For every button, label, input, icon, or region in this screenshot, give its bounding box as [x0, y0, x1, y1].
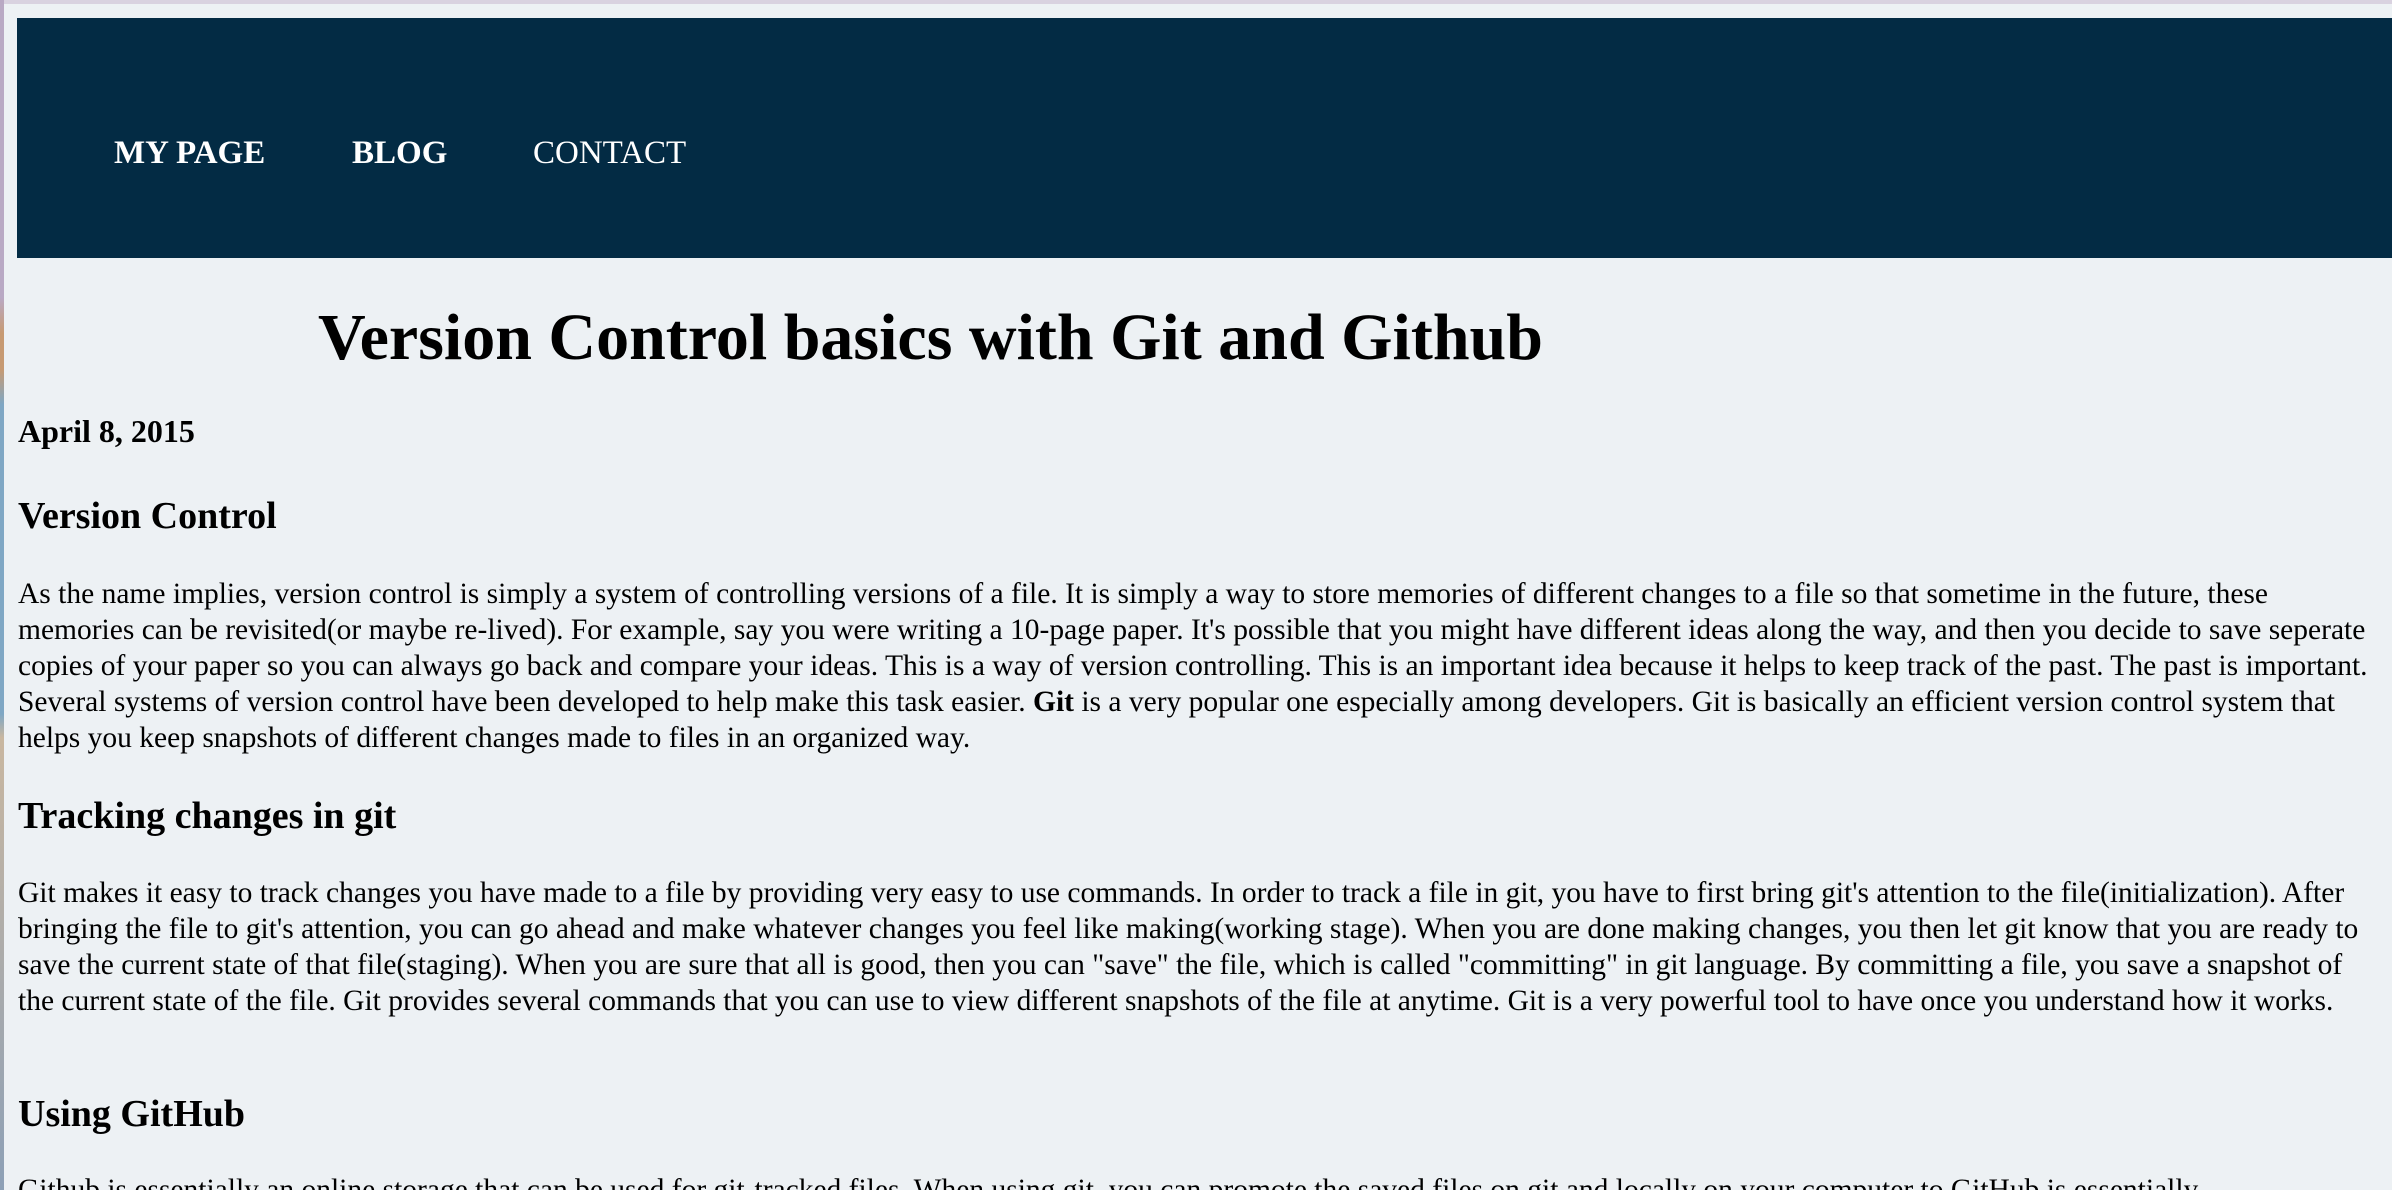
section-paragraph-version-control: As the name implies, version control is … — [18, 576, 2378, 756]
section-paragraph-tracking-changes: Git makes it easy to track changes you h… — [18, 877, 2359, 1017]
section-paragraph-using-github: Github is essentially an online storage … — [18, 1174, 2199, 1190]
paragraph-bold-text: Git — [1033, 686, 1074, 718]
nav-link-my-page[interactable]: MY PAGE — [114, 134, 265, 172]
post-date: April 8, 2015 — [18, 413, 195, 449]
section-heading-using-github: Using GitHub — [18, 1093, 246, 1135]
nav-link-contact[interactable]: CONTACT — [533, 134, 686, 172]
nav-link-blog[interactable]: BLOG — [352, 134, 447, 172]
page-title: Version Control basics with Git and Gith… — [318, 301, 1543, 374]
section-heading-version-control: Version Control — [18, 495, 277, 537]
section-heading-tracking-changes: Tracking changes in git — [18, 795, 397, 837]
top-navbar: MY PAGE BLOG CONTACT — [17, 18, 2392, 258]
window-left-edge — [0, 0, 4, 1190]
window-top-edge — [0, 0, 2392, 4]
